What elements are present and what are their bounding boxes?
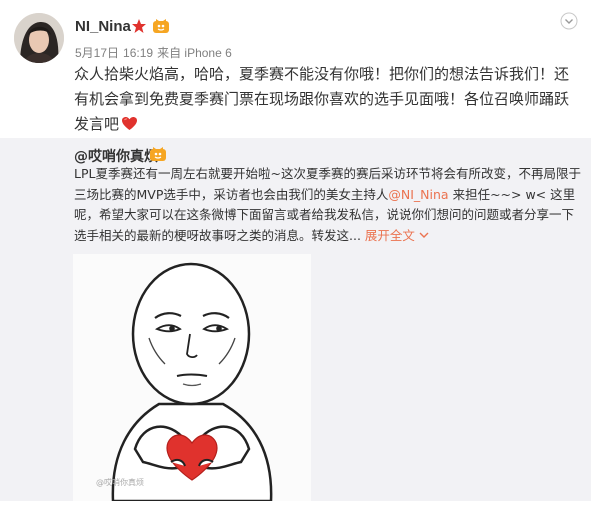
post-meta: 5月17日 16:19 来自 iPhone 6 [75,44,236,61]
avatar[interactable] [14,13,64,63]
chevron-down-icon[interactable] [560,12,578,30]
post-time[interactable]: 16:19 [123,46,153,60]
expand-full-text-link[interactable]: 展开全文 [365,228,429,243]
mention-link[interactable]: @NI_Nina [388,187,448,202]
weibo-post: NI_Nina 5月17日 16:19 来自 iPhone 6 众人拾柴火焰高，哈哈… [0,0,591,503]
repost-block: @哎哨你真烦 LPL夏季赛还有一周左右就要开始啦~这次夏季赛的赛后采访环节将会有… [0,138,591,503]
chevron-down-icon[interactable] [419,231,429,239]
post-text-content: 众人拾柴火焰高，哈哈，夏季赛不能没有你哦！把你们的想法告诉我们！还有机会拿到免费… [74,65,570,133]
vip-badge-icon[interactable] [152,18,170,34]
repost-text: LPL夏季赛还有一周左右就要开始啦~这次夏季赛的赛后采访环节将会有所改变，不再局… [74,164,584,246]
meme-illustration [73,254,311,503]
post-date[interactable]: 5月17日 [75,46,119,60]
heart-emoji [122,117,138,130]
username[interactable]: NI_Nina [75,18,131,35]
image-watermark: @哎哨你真烦 [96,478,144,487]
expand-label[interactable]: 展开全文 [365,228,415,243]
repost-author[interactable]: @哎哨你真烦 [74,146,158,166]
star-badge-icon[interactable] [131,18,147,34]
vip-badge-icon[interactable] [149,146,167,162]
post-source: 来自 iPhone 6 [157,46,232,60]
meme-image[interactable] [73,254,311,503]
